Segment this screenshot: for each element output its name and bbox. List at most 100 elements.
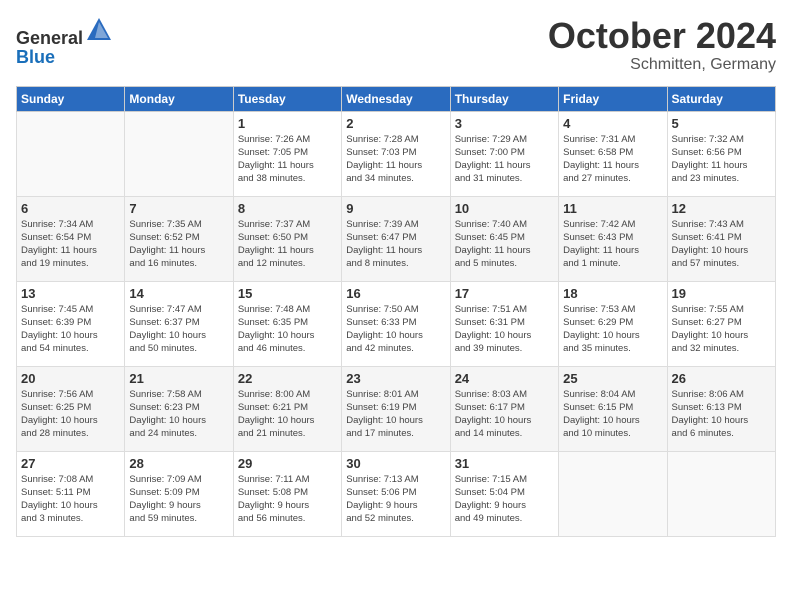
day-info: Sunrise: 7:11 AM Sunset: 5:08 PM Dayligh… [238,473,337,526]
calendar-cell: 7Sunrise: 7:35 AM Sunset: 6:52 PM Daylig… [125,196,233,281]
calendar-week-5: 27 Sunrise: 7:08 AM Sunset: 5:11 PM Dayli… [17,451,776,536]
calendar-cell: 31Sunrise: 7:15 AM Sunset: 5:04 PM Dayli… [450,451,558,536]
weekday-header-monday: Monday [125,86,233,111]
calendar-table: SundayMondayTuesdayWednesdayThursdayFrid… [16,86,776,537]
day-info: Sunrise: 8:06 AM Sunset: 6:13 PM Dayligh… [672,388,771,441]
calendar-cell: 18 Sunrise: 7:53 AM Sunset: 6:29 PM Dayli… [559,281,667,366]
day-info: Sunrise: 7:09 AM Sunset: 5:09 PM Dayligh… [129,473,228,526]
page-header: General Blue October 2024 Schmitten, Ger… [16,16,776,74]
day-number: 11 [563,201,662,216]
day-number: 21 [129,371,228,386]
day-info: Sunrise: 7:40 AM Sunset: 6:45 PM Dayligh… [455,218,554,271]
day-info: Sunrise: 8:04 AM Sunset: 6:15 PM Dayligh… [563,388,662,441]
day-info: Sunrise: 7:47 AM Sunset: 6:37 PM Dayligh… [129,303,228,356]
day-info: Sunrise: 7:31 AM Sunset: 6:58 PM Dayligh… [563,133,662,186]
calendar-week-3: 13Sunrise: 7:45 AM Sunset: 6:39 PM Dayli… [17,281,776,366]
calendar-cell: 28 Sunrise: 7:09 AM Sunset: 5:09 PM Dayli… [125,451,233,536]
month-title: October 2024 [548,16,776,56]
calendar-week-2: 6 Sunrise: 7:34 AM Sunset: 6:54 PM Daylig… [17,196,776,281]
day-info: Sunrise: 7:29 AM Sunset: 7:00 PM Dayligh… [455,133,554,186]
day-number: 7 [129,201,228,216]
calendar-week-1: 1Sunrise: 7:26 AM Sunset: 7:05 PM Daylig… [17,111,776,196]
day-info: Sunrise: 7:08 AM Sunset: 5:11 PM Dayligh… [21,473,120,526]
day-info: Sunrise: 7:34 AM Sunset: 6:54 PM Dayligh… [21,218,120,271]
day-number: 27 [21,456,120,471]
day-number: 15 [238,286,337,301]
calendar-cell: 6 Sunrise: 7:34 AM Sunset: 6:54 PM Daylig… [17,196,125,281]
logo-icon [85,16,113,44]
weekday-header-wednesday: Wednesday [342,86,450,111]
weekday-header-saturday: Saturday [667,86,775,111]
day-info: Sunrise: 7:15 AM Sunset: 5:04 PM Dayligh… [455,473,554,526]
day-number: 26 [672,371,771,386]
day-number: 23 [346,371,445,386]
day-number: 14 [129,286,228,301]
logo-blue: Blue [16,48,113,66]
calendar-cell: 1Sunrise: 7:26 AM Sunset: 7:05 PM Daylig… [233,111,341,196]
day-number: 22 [238,371,337,386]
day-number: 1 [238,116,337,131]
calendar-cell: 4 Sunrise: 7:31 AM Sunset: 6:58 PM Daylig… [559,111,667,196]
day-number: 19 [672,286,771,301]
day-number: 18 [563,286,662,301]
logo-text: General Blue [16,16,113,66]
calendar-cell: 11 Sunrise: 7:42 AM Sunset: 6:43 PM Dayli… [559,196,667,281]
calendar-cell [17,111,125,196]
calendar-cell: 15Sunrise: 7:48 AM Sunset: 6:35 PM Dayli… [233,281,341,366]
calendar-cell: 19 Sunrise: 7:55 AM Sunset: 6:27 PM Dayli… [667,281,775,366]
day-number: 10 [455,201,554,216]
day-number: 12 [672,201,771,216]
calendar-cell: 26 Sunrise: 8:06 AM Sunset: 6:13 PM Dayli… [667,366,775,451]
day-info: Sunrise: 7:56 AM Sunset: 6:25 PM Dayligh… [21,388,120,441]
day-info: Sunrise: 7:28 AM Sunset: 7:03 PM Dayligh… [346,133,445,186]
weekday-header-thursday: Thursday [450,86,558,111]
calendar-cell: 3Sunrise: 7:29 AM Sunset: 7:00 PM Daylig… [450,111,558,196]
day-number: 28 [129,456,228,471]
calendar-cell: 27 Sunrise: 7:08 AM Sunset: 5:11 PM Dayli… [17,451,125,536]
day-info: Sunrise: 8:00 AM Sunset: 6:21 PM Dayligh… [238,388,337,441]
day-info: Sunrise: 7:42 AM Sunset: 6:43 PM Dayligh… [563,218,662,271]
calendar-cell: 23 Sunrise: 8:01 AM Sunset: 6:19 PM Dayli… [342,366,450,451]
calendar-cell: 12Sunrise: 7:43 AM Sunset: 6:41 PM Dayli… [667,196,775,281]
day-info: Sunrise: 7:50 AM Sunset: 6:33 PM Dayligh… [346,303,445,356]
day-number: 4 [563,116,662,131]
logo: General Blue [16,16,113,66]
day-number: 30 [346,456,445,471]
day-number: 2 [346,116,445,131]
calendar-cell: 29Sunrise: 7:11 AM Sunset: 5:08 PM Dayli… [233,451,341,536]
weekday-header-tuesday: Tuesday [233,86,341,111]
calendar-cell: 2 Sunrise: 7:28 AM Sunset: 7:03 PM Daylig… [342,111,450,196]
day-number: 17 [455,286,554,301]
calendar-cell [559,451,667,536]
day-number: 13 [21,286,120,301]
day-number: 25 [563,371,662,386]
title-block: October 2024 Schmitten, Germany [548,16,776,74]
day-number: 16 [346,286,445,301]
day-info: Sunrise: 8:01 AM Sunset: 6:19 PM Dayligh… [346,388,445,441]
day-info: Sunrise: 8:03 AM Sunset: 6:17 PM Dayligh… [455,388,554,441]
logo-general: General [16,16,113,48]
day-info: Sunrise: 7:32 AM Sunset: 6:56 PM Dayligh… [672,133,771,186]
calendar-cell: 13Sunrise: 7:45 AM Sunset: 6:39 PM Dayli… [17,281,125,366]
day-number: 8 [238,201,337,216]
calendar-week-4: 20 Sunrise: 7:56 AM Sunset: 6:25 PM Dayli… [17,366,776,451]
day-info: Sunrise: 7:13 AM Sunset: 5:06 PM Dayligh… [346,473,445,526]
day-number: 20 [21,371,120,386]
calendar-cell [125,111,233,196]
calendar-cell [667,451,775,536]
day-info: Sunrise: 7:55 AM Sunset: 6:27 PM Dayligh… [672,303,771,356]
calendar-cell: 8 Sunrise: 7:37 AM Sunset: 6:50 PM Daylig… [233,196,341,281]
calendar-cell: 20 Sunrise: 7:56 AM Sunset: 6:25 PM Dayli… [17,366,125,451]
day-info: Sunrise: 7:53 AM Sunset: 6:29 PM Dayligh… [563,303,662,356]
location-title: Schmitten, Germany [548,56,776,74]
calendar-cell: 9 Sunrise: 7:39 AM Sunset: 6:47 PM Daylig… [342,196,450,281]
day-info: Sunrise: 7:37 AM Sunset: 6:50 PM Dayligh… [238,218,337,271]
calendar-cell: 22 Sunrise: 8:00 AM Sunset: 6:21 PM Dayli… [233,366,341,451]
weekday-header-row: SundayMondayTuesdayWednesdayThursdayFrid… [17,86,776,111]
day-info: Sunrise: 7:51 AM Sunset: 6:31 PM Dayligh… [455,303,554,356]
day-number: 6 [21,201,120,216]
calendar-cell: 24 Sunrise: 8:03 AM Sunset: 6:17 PM Dayli… [450,366,558,451]
day-info: Sunrise: 7:39 AM Sunset: 6:47 PM Dayligh… [346,218,445,271]
day-number: 24 [455,371,554,386]
day-number: 9 [346,201,445,216]
